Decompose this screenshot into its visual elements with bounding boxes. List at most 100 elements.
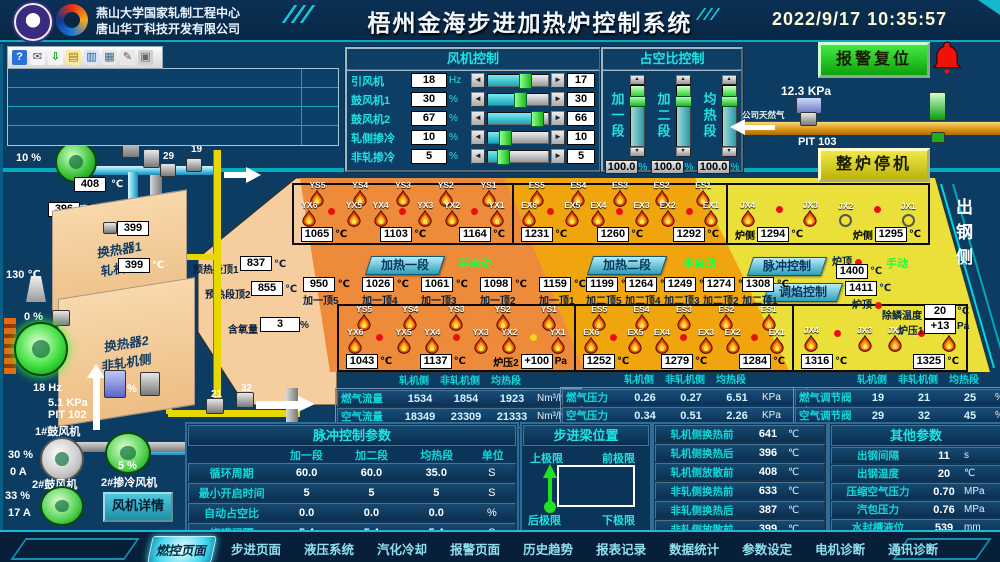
burner-ex3[interactable]: EX3: [698, 328, 714, 354]
burner-ex4[interactable]: EX4: [590, 201, 606, 227]
duty-slider[interactable]: [630, 85, 645, 147]
fan-slider[interactable]: [487, 150, 549, 163]
zone2-button[interactable]: 加热二段: [587, 256, 667, 275]
burner-yx5[interactable]: YX5: [346, 201, 362, 227]
fan-slider[interactable]: [487, 74, 549, 87]
burner-yx3[interactable]: YX3: [473, 328, 489, 354]
burner-yx2[interactable]: YX2: [501, 328, 517, 354]
fan-setpoint[interactable]: 66: [567, 111, 595, 126]
folder-icon[interactable]: ▤: [66, 50, 81, 65]
gas-valve[interactable]: [206, 398, 224, 414]
burner-ys3[interactable]: YS3: [395, 181, 411, 207]
slider-down-arrow[interactable]: ▾: [676, 147, 691, 157]
fan-value[interactable]: 18: [411, 73, 447, 88]
blower2-icon[interactable]: [40, 486, 84, 526]
slider-thumb[interactable]: [514, 92, 527, 108]
duty-value[interactable]: 100.0: [605, 160, 639, 174]
nav-tab-8[interactable]: 参数设定: [736, 536, 798, 562]
burner-yx5[interactable]: YX5: [396, 328, 412, 354]
duty-slider[interactable]: [676, 85, 691, 147]
slider-left-arrow[interactable]: ◄: [471, 73, 485, 88]
fan-detail-button[interactable]: 风机详情: [103, 492, 173, 522]
slider-thumb[interactable]: [519, 73, 532, 89]
slider-thumb[interactable]: [629, 96, 646, 107]
lock-icon[interactable]: ▣: [138, 50, 153, 65]
burner-jx3[interactable]: JX3: [803, 201, 818, 227]
burner-ex6[interactable]: EX6: [583, 328, 599, 354]
slider-thumb[interactable]: [675, 96, 692, 107]
slider-right-arrow[interactable]: ►: [551, 111, 565, 126]
nav-tab-0[interactable]: 燃控页面: [147, 536, 217, 562]
slider-down-arrow[interactable]: ▾: [630, 147, 645, 157]
fan-slider[interactable]: [487, 131, 549, 144]
chart-icon[interactable]: ▥: [84, 50, 99, 65]
fan-setpoint[interactable]: 5: [567, 149, 595, 164]
slider-thumb[interactable]: [721, 96, 738, 107]
small-valve[interactable]: [103, 222, 117, 234]
slider-right-arrow[interactable]: ►: [551, 149, 565, 164]
nav-tab-5[interactable]: 历史趋势: [517, 536, 579, 562]
report-icon[interactable]: ▦: [102, 50, 117, 65]
ng-actuator[interactable]: [929, 92, 946, 121]
burner-yx6[interactable]: YX6: [301, 201, 317, 227]
gas-valve[interactable]: [160, 163, 176, 177]
slider-left-arrow[interactable]: ◄: [471, 111, 485, 126]
burner-es3[interactable]: ES3: [676, 305, 692, 331]
gas-valve[interactable]: [236, 392, 254, 408]
burner-es3[interactable]: ES3: [612, 181, 628, 207]
slider-thumb[interactable]: [497, 149, 510, 165]
duty-value[interactable]: 100.0: [651, 160, 685, 174]
fan-setpoint[interactable]: 10: [567, 130, 595, 145]
fan-value[interactable]: 5: [411, 149, 447, 164]
burner-yx4[interactable]: YX4: [373, 201, 389, 227]
duct-valve[interactable]: [52, 310, 70, 326]
nav-tab-1[interactable]: 步进页面: [225, 536, 287, 562]
fan-slider[interactable]: [487, 112, 549, 125]
nav-tab-7[interactable]: 数据统计: [663, 536, 725, 562]
nav-tab-3[interactable]: 汽化冷却: [371, 536, 433, 562]
slider-thumb[interactable]: [499, 130, 512, 146]
slider-right-arrow[interactable]: ►: [551, 92, 565, 107]
burner-ys3[interactable]: YS3: [448, 305, 464, 331]
nav-tab-9[interactable]: 电机诊断: [809, 536, 871, 562]
furnace-stop-button[interactable]: 整炉停机: [818, 148, 930, 182]
vent-valve[interactable]: [143, 149, 160, 168]
burner-ex1[interactable]: EX1: [769, 328, 785, 354]
burner-jx1[interactable]: JX1: [901, 202, 916, 227]
slider-left-arrow[interactable]: ◄: [471, 92, 485, 107]
help-icon[interactable]: ?: [12, 50, 27, 65]
burner-yx1[interactable]: YX1: [550, 328, 566, 354]
burner-yx2[interactable]: YX2: [444, 201, 460, 227]
burner-yx3[interactable]: YX3: [417, 201, 433, 227]
nav-tab-4[interactable]: 报警页面: [444, 536, 506, 562]
burner-yx1[interactable]: YX1: [489, 201, 505, 227]
burner-ex6[interactable]: EX6: [521, 201, 537, 227]
ng-shutoff-valve[interactable]: [931, 132, 945, 143]
slider-up-arrow[interactable]: ▴: [630, 75, 645, 85]
alarm-reset-button[interactable]: 报警复位: [818, 42, 930, 78]
slider-left-arrow[interactable]: ◄: [471, 130, 485, 145]
burner-ex2[interactable]: EX2: [725, 328, 741, 354]
burner-jx3[interactable]: JX3: [857, 326, 872, 352]
idfan-icon[interactable]: [14, 322, 68, 376]
fan-slider[interactable]: [487, 93, 549, 106]
nav-tab-6[interactable]: 报表记录: [590, 536, 652, 562]
nav-tab-10[interactable]: 通讯诊断: [882, 536, 944, 562]
slider-up-arrow[interactable]: ▴: [676, 75, 691, 85]
zone1-button[interactable]: 加热一段: [365, 256, 445, 275]
burner-ex1[interactable]: EX1: [703, 201, 719, 227]
fan-value[interactable]: 10: [411, 130, 447, 145]
duty-value[interactable]: 100.0: [697, 160, 731, 174]
burner-ex2[interactable]: EX2: [660, 201, 676, 227]
edit-icon[interactable]: ✎: [120, 50, 135, 65]
burner-ex4[interactable]: EX4: [654, 328, 670, 354]
burner-ex3[interactable]: EX3: [633, 201, 649, 227]
slider-down-arrow[interactable]: ▾: [722, 147, 737, 157]
mail-icon[interactable]: ✉: [30, 50, 45, 65]
burner-ex5[interactable]: EX5: [627, 328, 643, 354]
slider-right-arrow[interactable]: ►: [551, 73, 565, 88]
nav-tab-2[interactable]: 液压系统: [298, 536, 360, 562]
slider-right-arrow[interactable]: ►: [551, 130, 565, 145]
burner-ex5[interactable]: EX5: [564, 201, 580, 227]
duty-slider[interactable]: [722, 85, 737, 147]
